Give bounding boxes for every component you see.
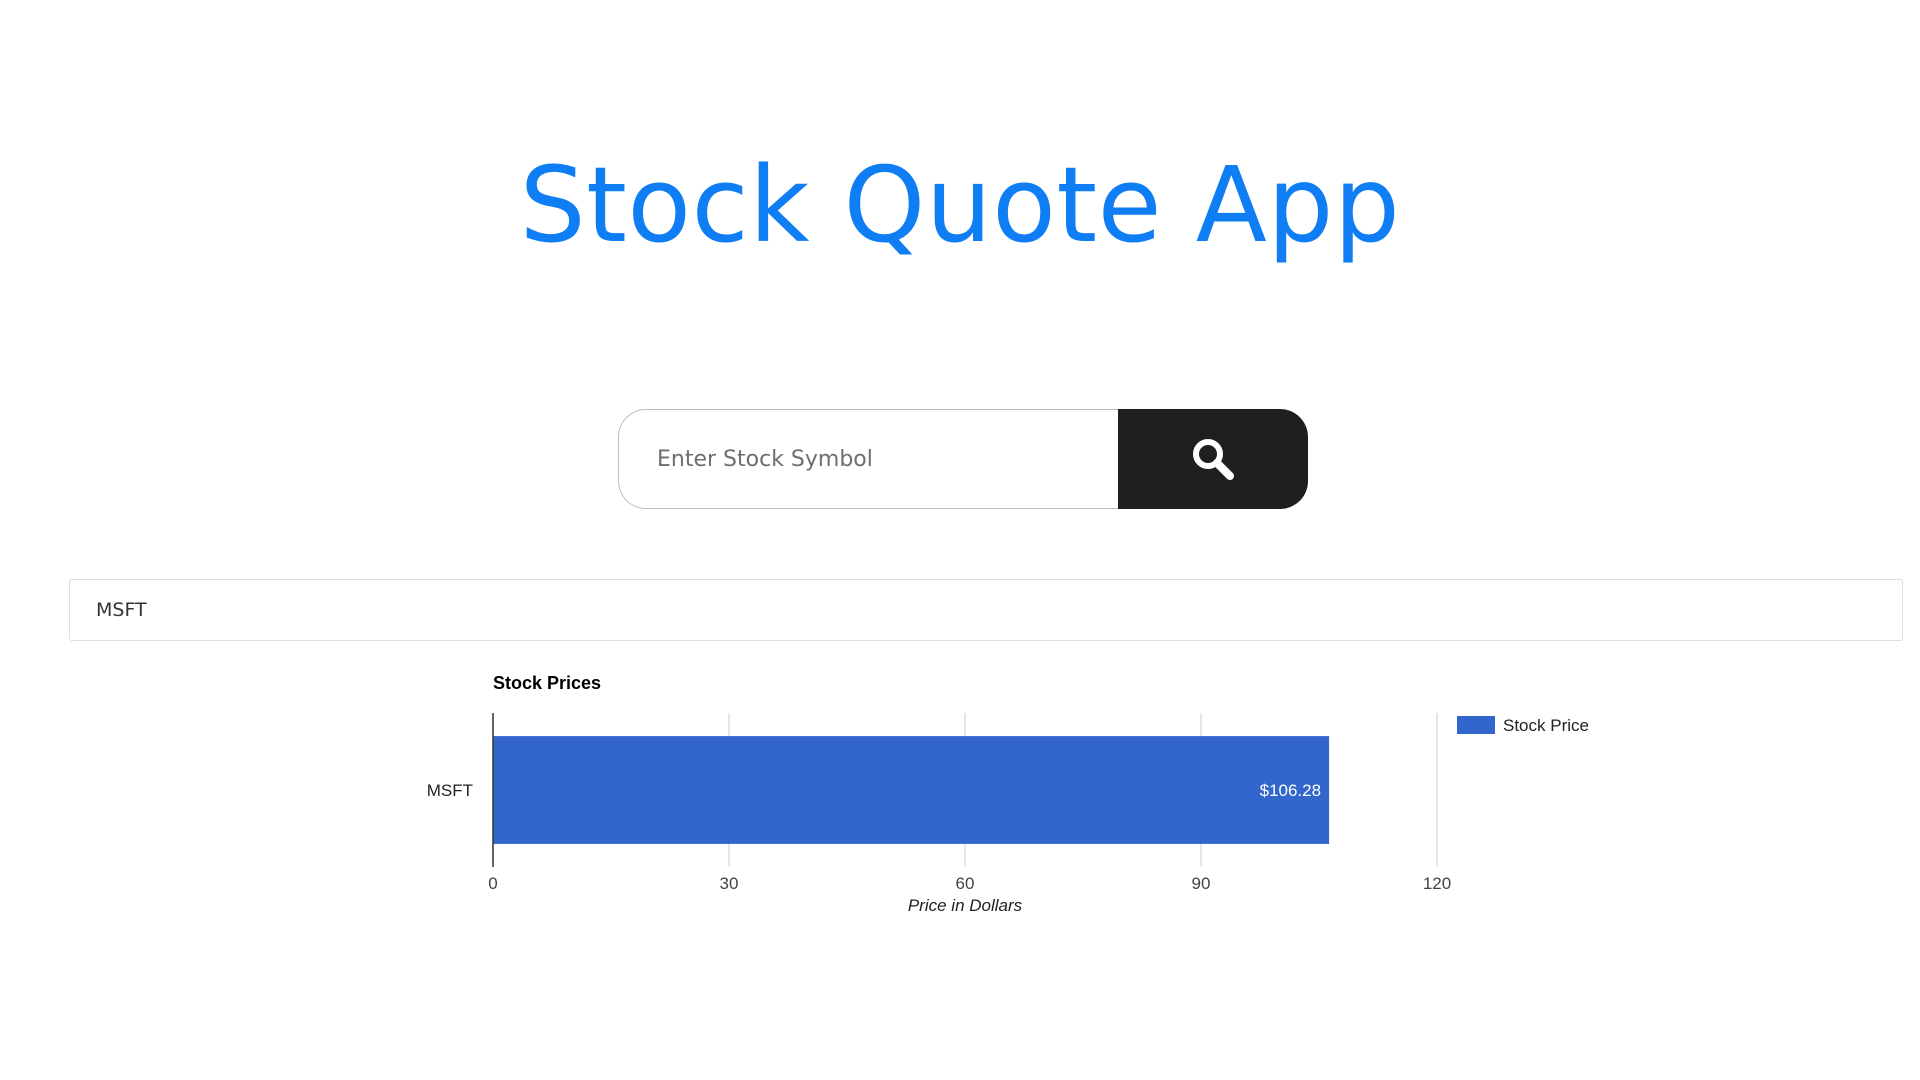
page: Stock Quote App MSFT Stock Prices 0 30 60 90… (0, 0, 1920, 1080)
result-symbol: MSFT (96, 599, 147, 621)
bar-msft (493, 736, 1330, 844)
x-tick-label: 30 (720, 874, 739, 893)
bar-data-label: $106.28 (1260, 781, 1321, 800)
stock-symbol-input[interactable] (618, 409, 1118, 509)
chart-svg: Stock Prices 0 30 60 90 120 $106.28 MSFT Price i… (427, 673, 1589, 915)
search-button[interactable] (1118, 409, 1308, 509)
legend-label: Stock Price (1503, 716, 1589, 735)
x-axis-label: Price in Dollars (908, 896, 1023, 915)
search-bar (618, 409, 1308, 509)
app-title: Stock Quote App (519, 144, 1401, 266)
category-label: MSFT (427, 781, 473, 800)
x-tick-label: 120 (1423, 874, 1451, 893)
stock-price-chart: Stock Prices 0 30 60 90 120 $106.28 MSFT Price i… (0, 660, 1920, 940)
x-tick-label: 60 (956, 874, 975, 893)
x-tick-label: 90 (1192, 874, 1211, 893)
x-tick-label: 0 (488, 874, 497, 893)
search-icon (1189, 435, 1237, 483)
legend-swatch (1457, 716, 1495, 734)
chart-title: Stock Prices (493, 673, 601, 693)
result-symbol-bar: MSFT (69, 579, 1903, 641)
